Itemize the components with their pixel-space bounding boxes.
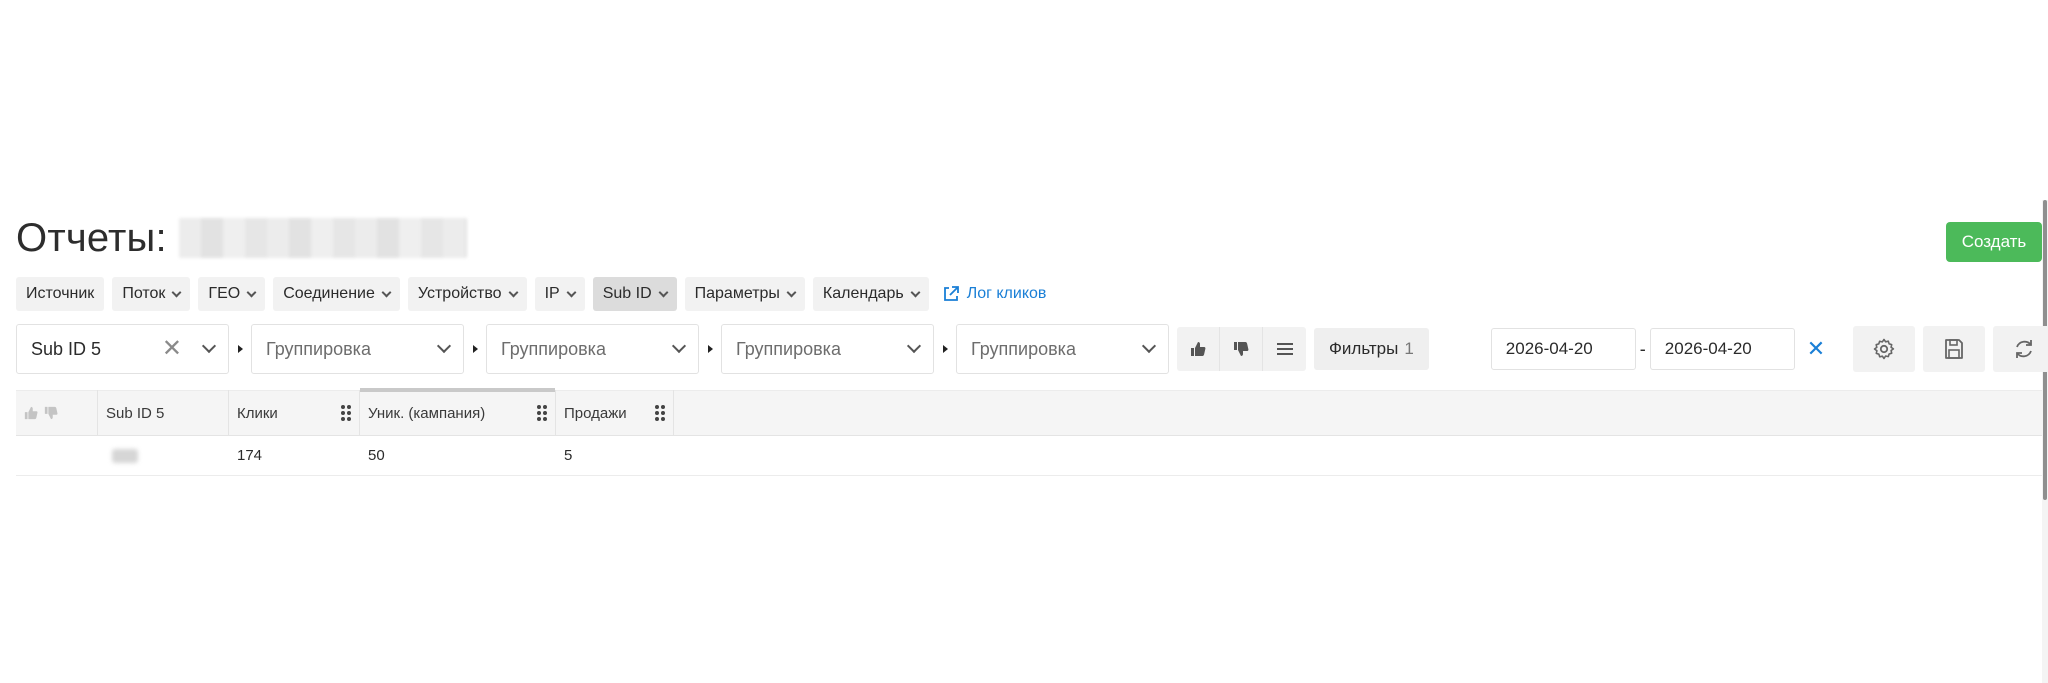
redacted-value <box>112 448 138 463</box>
thumbs-down-button[interactable] <box>1220 327 1263 371</box>
arrow-right-icon <box>229 345 251 353</box>
column-header-clicks[interactable]: Клики <box>229 390 360 436</box>
chevron-down-icon <box>906 338 922 354</box>
page-title: Отчеты: <box>16 215 167 260</box>
arrow-right-icon <box>699 345 721 353</box>
chevron-down-icon <box>436 338 452 354</box>
date-to-input[interactable]: 2026-04-20 <box>1649 328 1795 370</box>
chip-flow[interactable]: Поток <box>112 277 191 311</box>
vote-column-header[interactable] <box>16 390 98 436</box>
chevron-down-icon[interactable] <box>201 338 217 354</box>
clear-icon[interactable]: ✕ <box>162 337 182 361</box>
grouping-placeholder: Группировка <box>971 338 1076 359</box>
save-icon <box>1945 339 1964 359</box>
save-button[interactable] <box>1923 326 1986 372</box>
chip-calendar[interactable]: Календарь <box>812 277 929 311</box>
report-name-redacted <box>178 218 467 258</box>
chip-ip[interactable]: IP <box>534 277 585 311</box>
chevron-down-icon <box>508 287 519 297</box>
date-from-input[interactable]: 2026-04-20 <box>1490 328 1636 370</box>
table-header: Sub ID 5 Клики Уник. (кампания) Продажи <box>16 388 2042 436</box>
drag-handle-icon[interactable] <box>655 405 665 421</box>
arrow-right-icon <box>934 345 956 353</box>
chevron-down-icon <box>1141 338 1157 354</box>
grouping-select-value: Sub ID 5 <box>31 338 102 359</box>
column-header-sub-id[interactable]: Sub ID 5 <box>98 390 229 436</box>
refresh-button[interactable] <box>1993 326 2048 372</box>
gear-icon <box>1873 338 1895 360</box>
sub-id-cell <box>98 436 229 476</box>
column-header-unique[interactable]: Уник. (кампания) <box>360 388 556 436</box>
grouping-select-5[interactable]: Группировка <box>956 324 1169 374</box>
chip-source[interactable]: Источник <box>16 277 105 311</box>
external-link-icon <box>943 286 959 301</box>
chip-parameters[interactable]: Параметры <box>684 277 805 311</box>
chevron-down-icon <box>246 287 257 297</box>
grouping-select-1[interactable]: Sub ID 5 ✕ <box>16 324 229 374</box>
clear-dates-icon[interactable]: ✕ <box>1807 338 1825 360</box>
chip-connection[interactable]: Соединение <box>273 277 400 311</box>
grouping-select-3[interactable]: Группировка <box>486 324 699 374</box>
chevron-down-icon <box>658 287 669 297</box>
list-icon <box>1276 343 1293 355</box>
chevron-down-icon <box>566 287 577 297</box>
chip-geo[interactable]: ГЕО <box>198 277 266 311</box>
grouping-select-2[interactable]: Группировка <box>251 324 464 374</box>
grouping-row: Sub ID 5 ✕ Группировка Группировка Групп… <box>16 324 2048 374</box>
thumbs-up-icon <box>1191 342 1206 356</box>
report-table: Sub ID 5 Клики Уник. (кампания) Продажи … <box>16 388 2042 476</box>
create-button[interactable]: Создать <box>1946 222 2042 262</box>
filters-button[interactable]: Фильтры 1 <box>1314 328 1429 370</box>
column-header-sales[interactable]: Продажи <box>556 390 674 436</box>
thumbs-up-icon <box>24 406 38 420</box>
clicks-cell: 174 <box>237 447 263 464</box>
chip-sub-id[interactable]: Sub ID <box>592 277 677 311</box>
unique-cell: 50 <box>368 447 385 464</box>
filters-count-badge: 1 <box>1404 339 1414 358</box>
chevron-down-icon <box>910 287 921 297</box>
vote-cell <box>16 436 98 476</box>
chevron-down-icon <box>671 338 687 354</box>
sales-cell: 5 <box>564 447 573 464</box>
all-items-button[interactable] <box>1263 327 1306 371</box>
chip-device[interactable]: Устройство <box>407 277 527 311</box>
grouping-select-4[interactable]: Группировка <box>721 324 934 374</box>
title-row: Отчеты: <box>16 210 467 266</box>
report-type-chips: Источник Поток ГЕО Соединение Устройство… <box>16 277 1046 311</box>
drag-handle-icon[interactable] <box>537 405 547 421</box>
thumbs-down-icon <box>44 406 58 420</box>
refresh-icon <box>2016 340 2033 358</box>
date-range-separator: - <box>1639 338 1646 359</box>
chevron-down-icon <box>381 287 392 297</box>
chevron-down-icon <box>171 287 182 297</box>
grouping-placeholder: Группировка <box>736 338 841 359</box>
thumbs-down-icon <box>1234 342 1249 356</box>
table-row[interactable]: 174 50 5 <box>16 436 2042 476</box>
settings-button[interactable] <box>1853 326 1916 372</box>
click-log-link[interactable]: Лог кликов <box>943 285 1046 303</box>
vote-filter-group <box>1177 327 1306 371</box>
grouping-placeholder: Группировка <box>501 338 606 359</box>
arrow-right-icon <box>464 345 486 353</box>
grouping-placeholder: Группировка <box>266 338 371 359</box>
chevron-down-icon <box>786 287 797 297</box>
drag-handle-icon[interactable] <box>341 405 351 421</box>
thumbs-up-button[interactable] <box>1177 327 1220 371</box>
